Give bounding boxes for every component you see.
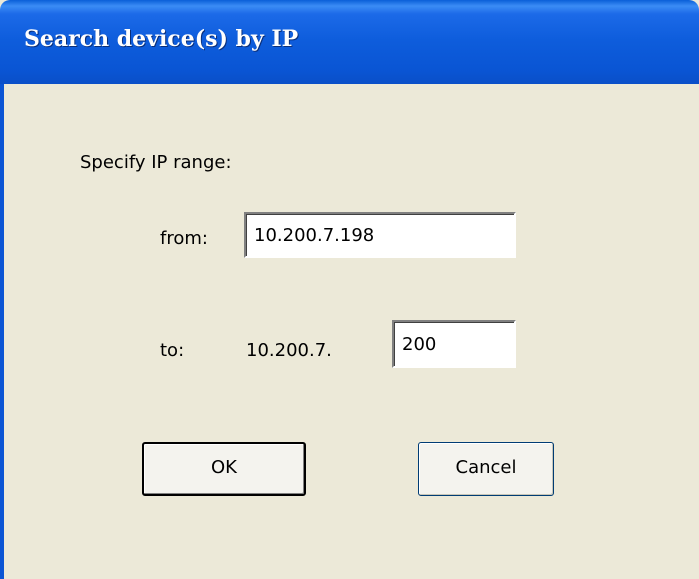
to-ip-last-octet-input[interactable]: [392, 320, 516, 368]
from-ip-input[interactable]: [244, 212, 516, 258]
to-ip-prefix: 10.200.7.: [246, 340, 332, 361]
cancel-button[interactable]: Cancel: [418, 442, 554, 496]
window-left-border: [0, 84, 4, 579]
from-label: from:: [160, 228, 208, 249]
ok-button[interactable]: OK: [142, 442, 306, 496]
to-label: to:: [160, 340, 185, 361]
ip-range-heading: Specify IP range:: [80, 152, 232, 173]
window-title: Search device(s) by IP: [24, 26, 299, 52]
title-bar[interactable]: Search device(s) by IP: [0, 0, 699, 84]
search-by-ip-dialog: Search device(s) by IP Specify IP range:…: [0, 0, 699, 579]
